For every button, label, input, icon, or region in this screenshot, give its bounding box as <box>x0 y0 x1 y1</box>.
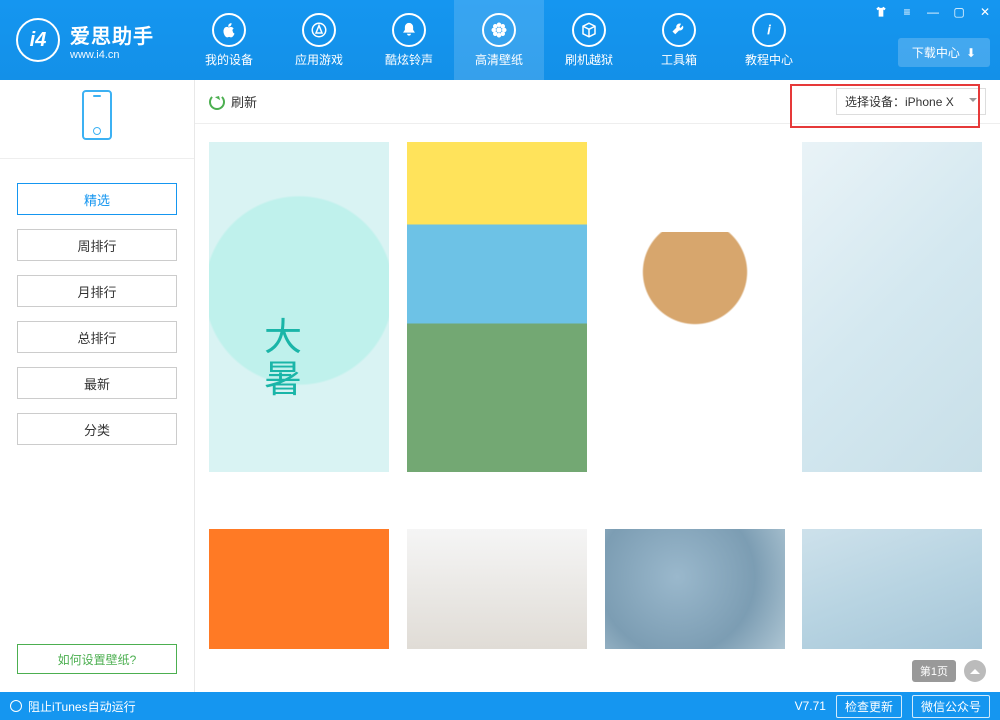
maximize-button[interactable]: ▢ <box>950 4 968 20</box>
refresh-button[interactable]: 刷新 <box>209 92 257 111</box>
page-indicator[interactable]: 第1页 <box>912 660 956 682</box>
wallpaper-thumb[interactable] <box>802 142 982 472</box>
sidebar-item-category[interactable]: 分类 <box>17 413 177 445</box>
pager: 第1页 <box>912 660 986 682</box>
download-center-label: 下载中心 <box>912 44 960 61</box>
box-icon <box>572 13 606 47</box>
help-how-to-set-wallpaper[interactable]: 如何设置壁纸? <box>17 644 177 674</box>
sidebar-item-weekly[interactable]: 周排行 <box>17 229 177 261</box>
version-label: V7.71 <box>795 699 826 713</box>
sidebar-item-label: 最新 <box>84 374 110 393</box>
wechat-button[interactable]: 微信公众号 <box>912 695 990 718</box>
wallpaper-thumb[interactable] <box>407 142 587 472</box>
sidebar-item-label: 周排行 <box>77 236 116 255</box>
download-center-button[interactable]: 下载中心 ⬇ <box>898 38 990 67</box>
window-controls: ≡ — ▢ ✕ <box>872 4 994 20</box>
sidebar-item-monthly[interactable]: 月排行 <box>17 275 177 307</box>
app-logo: i4 爱思助手 www.i4.cn <box>16 18 154 62</box>
download-icon: ⬇ <box>966 46 976 60</box>
shirt-icon[interactable] <box>872 4 890 20</box>
nav-my-device[interactable]: 我的设备 <box>184 0 274 80</box>
nav-ringtones[interactable]: 酷炫铃声 <box>364 0 454 80</box>
close-button[interactable]: ✕ <box>976 4 994 20</box>
sidebar-item-featured[interactable]: 精选 <box>17 183 177 215</box>
sidebar-item-label: 精选 <box>84 190 110 209</box>
app-subtitle: www.i4.cn <box>70 49 154 61</box>
wallpaper-grid <box>195 124 1000 692</box>
tools-icon <box>662 13 696 47</box>
block-itunes-label: 阻止iTunes自动运行 <box>28 698 136 715</box>
app-body: 精选 周排行 月排行 总排行 最新 分类 如何设置壁纸? 刷新 选择设备：iPh… <box>0 80 1000 692</box>
help-label: 如何设置壁纸? <box>58 651 137 668</box>
sidebar-item-overall[interactable]: 总排行 <box>17 321 177 353</box>
nav-label: 工具箱 <box>661 51 697 68</box>
wallpaper-thumb[interactable] <box>802 529 982 649</box>
app-title: 爱思助手 <box>70 20 154 49</box>
wallpaper-thumb[interactable] <box>605 142 785 472</box>
refresh-icon <box>209 94 225 110</box>
main-nav: 我的设备 应用游戏 酷炫铃声 高清壁纸 刷机越狱 工具箱 i 教程中心 <box>184 0 814 80</box>
status-bar: 阻止iTunes自动运行 V7.71 检查更新 微信公众号 <box>0 692 1000 720</box>
sidebar-item-newest[interactable]: 最新 <box>17 367 177 399</box>
menu-icon[interactable]: ≡ <box>898 4 916 20</box>
sidebar: 精选 周排行 月排行 总排行 最新 分类 如何设置壁纸? <box>0 80 195 692</box>
page-label: 第1页 <box>920 666 948 678</box>
nav-label: 高清壁纸 <box>475 51 523 68</box>
sidebar-item-label: 总排行 <box>77 328 116 347</box>
nav-apps-games[interactable]: 应用游戏 <box>274 0 364 80</box>
nav-label: 应用游戏 <box>295 51 343 68</box>
flower-icon <box>482 13 516 47</box>
scroll-top-button[interactable] <box>964 660 986 682</box>
wallpaper-thumb[interactable] <box>209 142 389 472</box>
toggle-icon <box>10 700 22 712</box>
divider <box>0 158 194 159</box>
appstore-icon <box>302 13 336 47</box>
apple-icon <box>212 13 246 47</box>
sidebar-item-label: 分类 <box>84 420 110 439</box>
nav-label: 教程中心 <box>745 51 793 68</box>
nav-wallpapers[interactable]: 高清壁纸 <box>454 0 544 80</box>
footer-right: V7.71 检查更新 微信公众号 <box>795 695 990 718</box>
nav-label: 酷炫铃声 <box>385 51 433 68</box>
svg-text:i: i <box>768 22 771 36</box>
content-area: 刷新 选择设备：iPhone X 第1页 <box>195 80 1000 692</box>
block-itunes-toggle[interactable]: 阻止iTunes自动运行 <box>10 698 136 715</box>
nav-label: 刷机越狱 <box>565 51 613 68</box>
logo-badge: i4 <box>16 18 60 62</box>
logo-text: 爱思助手 www.i4.cn <box>70 20 154 61</box>
info-icon: i <box>752 13 786 47</box>
bell-icon <box>392 13 426 47</box>
wallpaper-thumb[interactable] <box>407 529 587 649</box>
nav-tutorials[interactable]: i 教程中心 <box>724 0 814 80</box>
device-select[interactable]: 选择设备：iPhone X <box>836 88 986 115</box>
content-toolbar: 刷新 选择设备：iPhone X <box>195 80 1000 124</box>
sidebar-item-label: 月排行 <box>77 282 116 301</box>
nav-flash-jailbreak[interactable]: 刷机越狱 <box>544 0 634 80</box>
nav-toolbox[interactable]: 工具箱 <box>634 0 724 80</box>
minimize-button[interactable]: — <box>924 4 942 20</box>
wallpaper-thumb[interactable] <box>605 529 785 649</box>
app-header: i4 爱思助手 www.i4.cn 我的设备 应用游戏 酷炫铃声 高清壁纸 刷机… <box>0 0 1000 80</box>
phone-icon[interactable] <box>82 90 112 140</box>
device-select-text: 选择设备：iPhone X <box>845 93 954 110</box>
wallpaper-thumb[interactable] <box>209 529 389 649</box>
refresh-label: 刷新 <box>231 92 257 111</box>
chevron-down-icon <box>969 98 977 106</box>
check-update-button[interactable]: 检查更新 <box>836 695 902 718</box>
nav-label: 我的设备 <box>205 51 253 68</box>
